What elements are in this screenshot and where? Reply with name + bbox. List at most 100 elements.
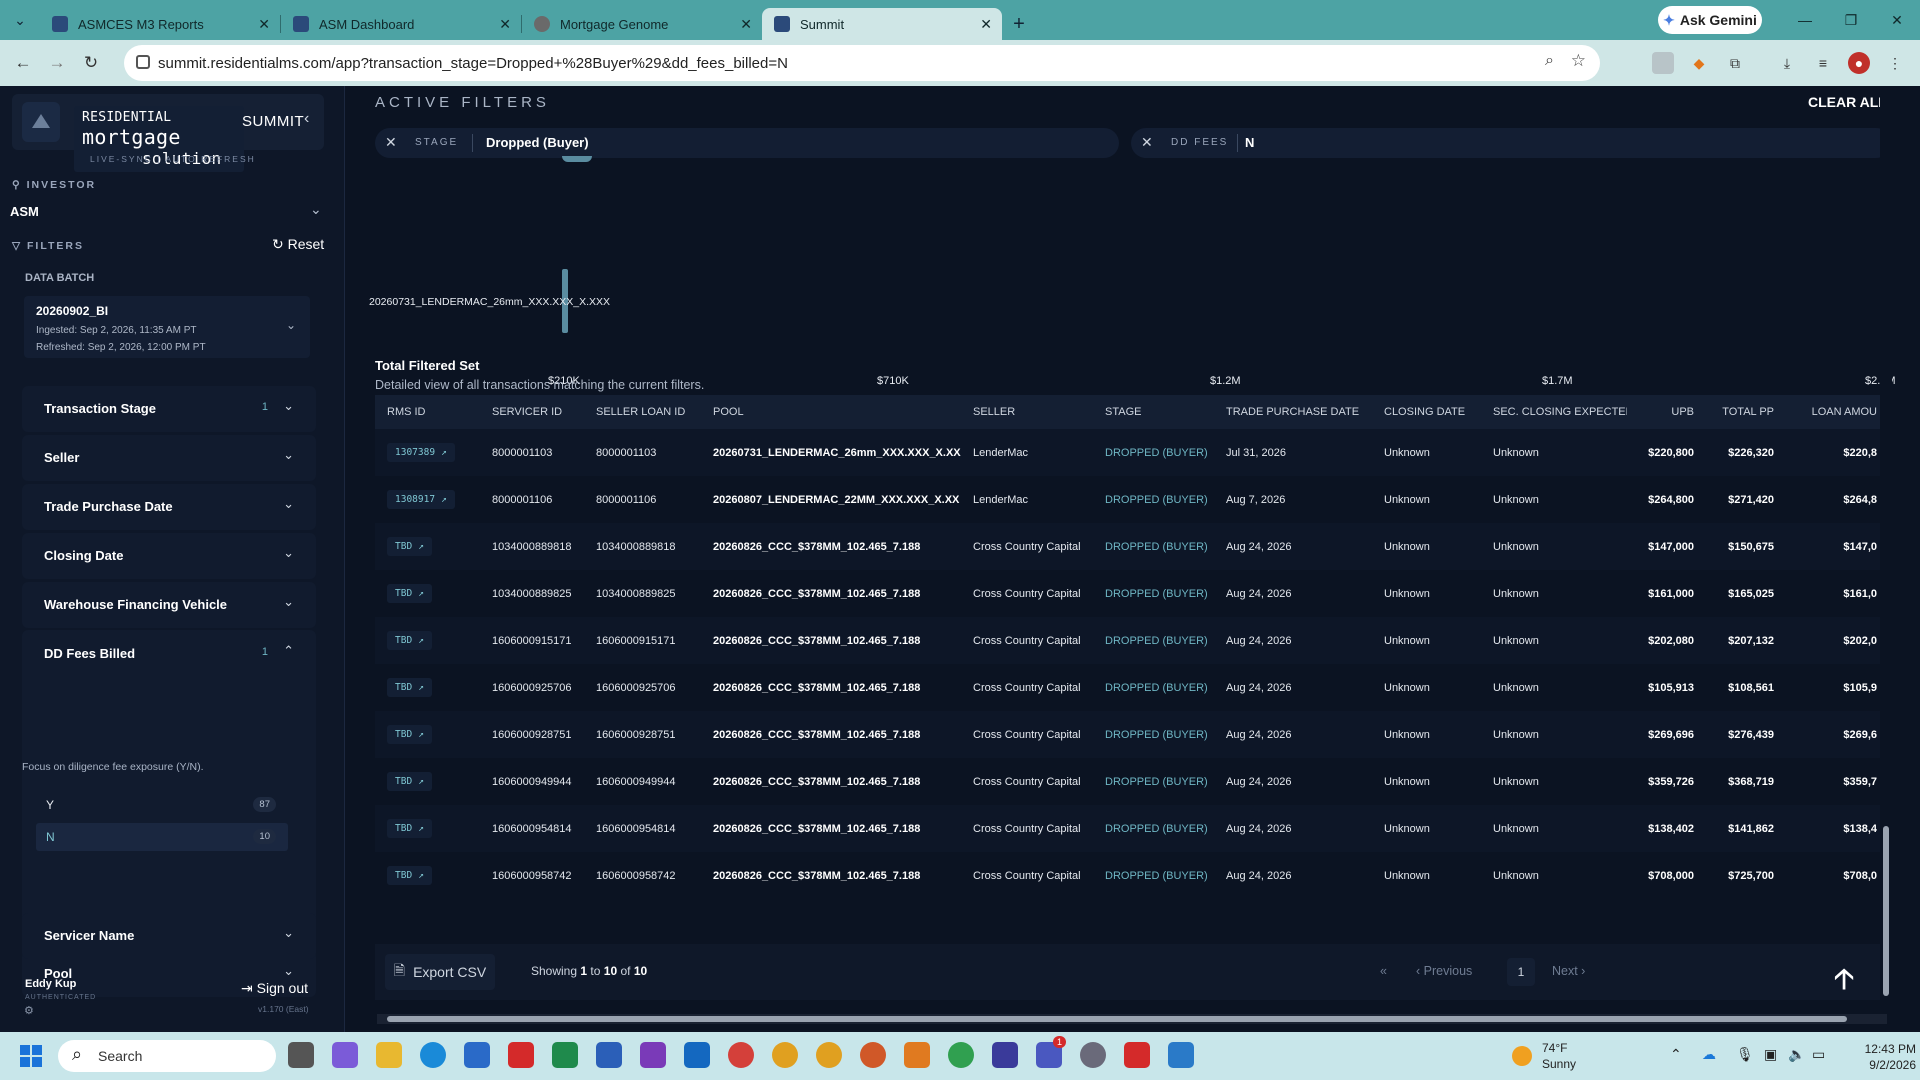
table-row[interactable]: TBD ↗ 1034000889818 1034000889818 20260826_C… (375, 523, 1885, 570)
table-row[interactable]: 1307389 ↗ 8000001103 8000001103 20260731_LEN… (375, 429, 1885, 476)
column-header[interactable]: TRADE PURCHASE DATE (1214, 395, 1372, 429)
edge-icon[interactable] (420, 1042, 446, 1068)
chrome-icon[interactable] (772, 1042, 798, 1068)
rms-id-cell[interactable]: 1308917 ↗ (375, 476, 480, 523)
media-icon[interactable]: ≡ (1812, 52, 1834, 74)
close-window-icon[interactable]: ✕ (1874, 0, 1920, 40)
rms-id-link[interactable]: TBD ↗ (387, 537, 432, 556)
chevron-down-icon[interactable]: ⌄ (310, 201, 322, 218)
onenote-icon[interactable] (640, 1042, 666, 1068)
investor-select[interactable]: ASM (10, 204, 39, 219)
chrome-alt-icon[interactable] (860, 1042, 886, 1068)
metamask-icon[interactable]: ◆ (1688, 52, 1710, 74)
rms-id-cell[interactable]: TBD ↗ (375, 758, 480, 805)
close-tab-icon[interactable]: ✕ (499, 16, 511, 33)
scroll-thumb[interactable] (387, 1016, 1847, 1022)
close-tab-icon[interactable]: ✕ (980, 16, 992, 33)
dd-fees-option-n[interactable]: N 10 (36, 823, 288, 851)
rms-id-link[interactable]: TBD ↗ (387, 584, 432, 603)
dd-fees-option-y[interactable]: Y 87 (36, 791, 288, 819)
table-row[interactable]: TBD ↗ 1034000889825 1034000889825 20260826_C… (375, 570, 1885, 617)
extensions-puzzle-icon[interactable]: ⧉ (1724, 52, 1746, 74)
scroll-thumb[interactable] (1883, 826, 1889, 996)
claude-icon[interactable] (904, 1042, 930, 1068)
rms-id-cell[interactable]: TBD ↗ (375, 617, 480, 664)
tab-search-icon[interactable]: ⌄ (0, 0, 40, 40)
column-header[interactable]: TOTAL PP (1702, 395, 1782, 429)
battery-icon[interactable]: ▭ (1812, 1046, 1825, 1063)
m365-icon[interactable] (332, 1042, 358, 1068)
column-header[interactable]: SEC. CLOSING EXPECTED (1481, 395, 1627, 429)
column-header[interactable]: RMS ID (375, 395, 480, 429)
page-number-current[interactable]: 1 (1507, 958, 1535, 986)
rms-id-cell[interactable]: TBD ↗ (375, 523, 480, 570)
column-header[interactable]: STAGE (1093, 395, 1214, 429)
rms-id-link[interactable]: TBD ↗ (387, 678, 432, 697)
settings-gear-icon[interactable]: ⚙ (24, 1004, 34, 1017)
new-tab-button[interactable]: + (1002, 8, 1036, 40)
facet-warehouse-financing-vehicle[interactable]: Warehouse Financing Vehicle ⌄ (22, 582, 316, 628)
vertical-scrollbar[interactable] (1880, 86, 1892, 1006)
close-tab-icon[interactable]: ✕ (258, 16, 270, 33)
sign-out-button[interactable]: ⇥ Sign out (241, 980, 308, 997)
windows-start-icon[interactable] (20, 1045, 42, 1067)
excel-icon[interactable] (552, 1042, 578, 1068)
column-header[interactable]: SERVICER ID (480, 395, 584, 429)
tray-chevron-icon[interactable]: ⌃ (1670, 1046, 1682, 1063)
table-row[interactable]: TBD ↗ 1606000954814 1606000954814 20260826_C… (375, 805, 1885, 852)
volume-icon[interactable]: 🔈 (1788, 1046, 1805, 1063)
reload-icon[interactable]: ↻ (74, 46, 108, 80)
table-row[interactable]: TBD ↗ 1606000949944 1606000949944 20260826_C… (375, 758, 1885, 805)
table-row[interactable]: TBD ↗ 1606000915171 1606000915171 20260826_C… (375, 617, 1885, 664)
next-page-button[interactable]: Next › (1552, 964, 1585, 978)
settings-icon[interactable] (1080, 1042, 1106, 1068)
app-l-icon[interactable] (508, 1042, 534, 1068)
rms-id-cell[interactable]: TBD ↗ (375, 711, 480, 758)
network-icon[interactable]: ▣ (1764, 1046, 1777, 1063)
microphone-icon[interactable]: 🎙 (1736, 1046, 1754, 1063)
chevron-up-icon[interactable]: ⌃ (283, 643, 294, 659)
download-icon[interactable]: ⤓ (1776, 52, 1798, 74)
app-blue-icon[interactable] (1168, 1042, 1194, 1068)
data-batch-select[interactable]: 20260902_BI Ingested: Sep 2, 2026, 11:35… (24, 296, 310, 358)
url-bar[interactable]: summit.residentialms.com/app?transaction… (124, 45, 1600, 81)
onedrive-icon[interactable]: ☁ (1702, 1046, 1716, 1063)
browser-tab-active[interactable]: Summit ✕ (762, 8, 1002, 40)
minimize-icon[interactable]: — (1782, 0, 1828, 40)
facet-seller[interactable]: Seller ⌄ (22, 435, 316, 481)
collapse-sidebar-icon[interactable]: ‹ (304, 110, 309, 128)
rms-id-link[interactable]: TBD ↗ (387, 725, 432, 744)
site-info-icon[interactable] (136, 55, 150, 69)
rms-id-cell[interactable]: TBD ↗ (375, 664, 480, 711)
app-purple-icon[interactable] (992, 1042, 1018, 1068)
rms-id-link[interactable]: TBD ↗ (387, 819, 432, 838)
table-row[interactable]: TBD ↗ 1606000928751 1606000928751 20260826_C… (375, 711, 1885, 758)
word-icon[interactable] (596, 1042, 622, 1068)
back-icon[interactable]: ← (6, 46, 40, 80)
extension-icon[interactable] (1652, 52, 1674, 74)
column-header[interactable]: CLOSING DATE (1372, 395, 1481, 429)
outlook-icon[interactable] (684, 1042, 710, 1068)
restore-icon[interactable]: ❐ (1828, 0, 1874, 40)
task-view-icon[interactable] (288, 1042, 314, 1068)
facet-transaction-stage[interactable]: Transaction Stage 1 ⌄ (22, 386, 316, 432)
column-header[interactable]: POOL (701, 395, 961, 429)
browser-tab[interactable]: Mortgage Genome ✕ (522, 8, 762, 40)
horizontal-scrollbar[interactable] (377, 1014, 1887, 1024)
previous-page-button[interactable]: ‹ Previous (1416, 964, 1472, 978)
facet-servicer-name[interactable]: Servicer Name ⌄ (22, 913, 316, 959)
menu-kebab-icon[interactable]: ⋮ (1884, 52, 1906, 74)
column-header[interactable]: UPB (1627, 395, 1702, 429)
clear-all-button[interactable]: CLEAR ALL (1808, 94, 1887, 110)
export-csv-button[interactable]: 🗎 Export CSV (385, 954, 495, 990)
teams-icon[interactable]: 1 (1036, 1036, 1066, 1068)
profile-avatar-icon[interactable]: ● (1848, 52, 1870, 74)
scroll-to-top-icon[interactable]: 🡡 (1826, 963, 1862, 1000)
column-header[interactable]: SELLER (961, 395, 1093, 429)
rms-id-link[interactable]: TBD ↗ (387, 631, 432, 650)
facet-trade-purchase-date[interactable]: Trade Purchase Date ⌄ (22, 484, 316, 530)
table-row[interactable]: TBD ↗ 1606000958742 1606000958742 20260826_C… (375, 852, 1885, 899)
first-page-icon[interactable]: « (1380, 964, 1387, 978)
weather-widget[interactable]: 74°F Sunny (1512, 1040, 1632, 1074)
zoom-icon[interactable]: ⌕ (1545, 52, 1554, 70)
